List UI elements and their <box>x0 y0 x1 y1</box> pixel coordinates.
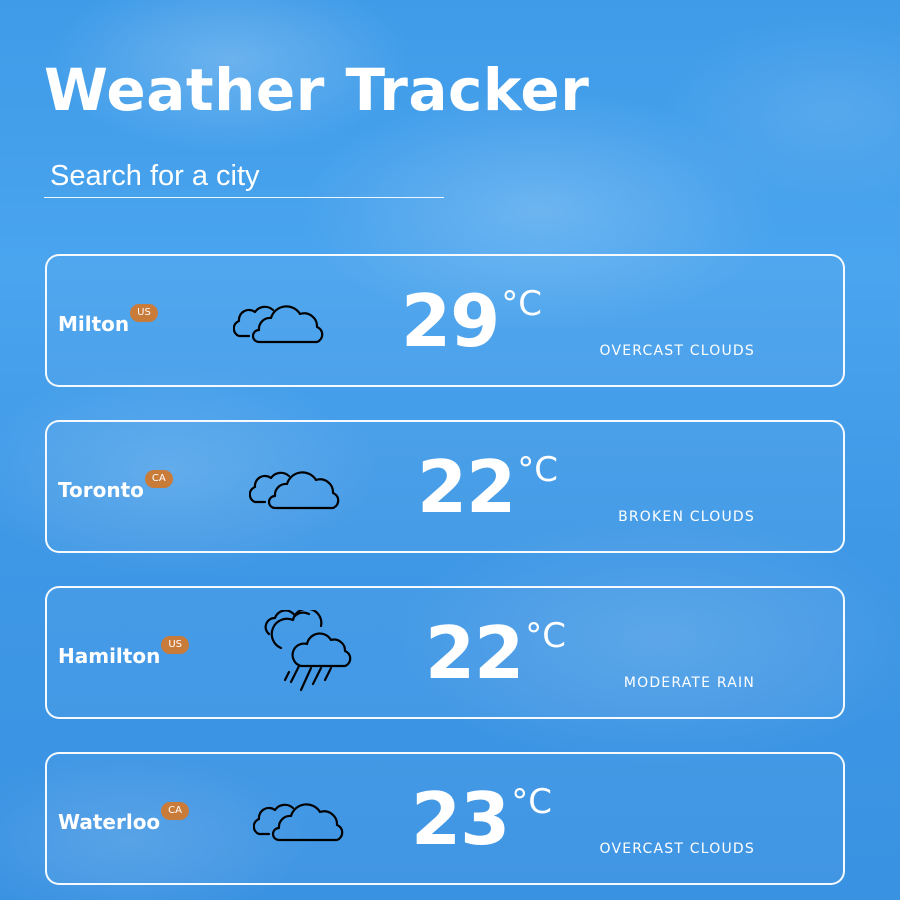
rain-icon <box>264 609 352 691</box>
country-badge: US <box>161 635 189 654</box>
temperature-unit: °C <box>525 615 566 656</box>
country-badge: CA <box>144 469 173 488</box>
weather-condition: MODERATE RAIN <box>623 675 755 691</box>
temperature-group: 23 °C <box>411 780 552 858</box>
temperature-unit: °C <box>511 781 552 822</box>
temperature-value: 29 <box>401 278 500 363</box>
weather-condition: BROKEN CLOUDS <box>618 509 755 525</box>
city-card-hamilton[interactable]: Hamilton US 22 °C MODERATE RAIN <box>45 586 845 719</box>
cloudy-icon <box>253 802 344 841</box>
temperature-value: 22 <box>417 444 516 529</box>
temperature-group: 29 °C <box>401 282 542 360</box>
temperature-value: 22 <box>425 610 524 695</box>
weather-condition: OVERCAST CLOUDS <box>599 841 755 857</box>
city-search-input[interactable] <box>44 156 444 198</box>
city-name: Milton <box>58 311 130 336</box>
city-name: Hamilton <box>58 643 161 668</box>
cloudy-icon <box>233 304 324 343</box>
city-card-waterloo[interactable]: Waterloo CA 23 °C OVERCAST CLOUDS <box>45 752 845 885</box>
temperature-group: 22 °C <box>417 448 558 526</box>
city-name-group: Milton US <box>58 303 158 338</box>
temperature-group: 22 °C <box>425 614 566 692</box>
country-badge: US <box>130 303 158 322</box>
city-name-group: Toronto CA <box>58 469 173 504</box>
temperature-value: 23 <box>411 776 510 861</box>
temperature-unit: °C <box>517 449 558 490</box>
weather-condition: OVERCAST CLOUDS <box>599 343 755 359</box>
city-name: Waterloo <box>58 809 161 834</box>
temperature-unit: °C <box>501 283 542 324</box>
country-badge: CA <box>161 801 189 820</box>
cloudy-icon <box>249 470 340 509</box>
app-title: Weather Tracker <box>44 56 590 124</box>
city-name-group: Hamilton US <box>58 635 189 670</box>
city-name: Toronto <box>58 477 144 502</box>
city-card-toronto[interactable]: Toronto CA 22 °C BROKEN CLOUDS <box>45 420 845 553</box>
city-name-group: Waterloo CA <box>58 801 189 836</box>
city-card-milton[interactable]: Milton US 29 °C OVERCAST CLOUDS <box>45 254 845 387</box>
